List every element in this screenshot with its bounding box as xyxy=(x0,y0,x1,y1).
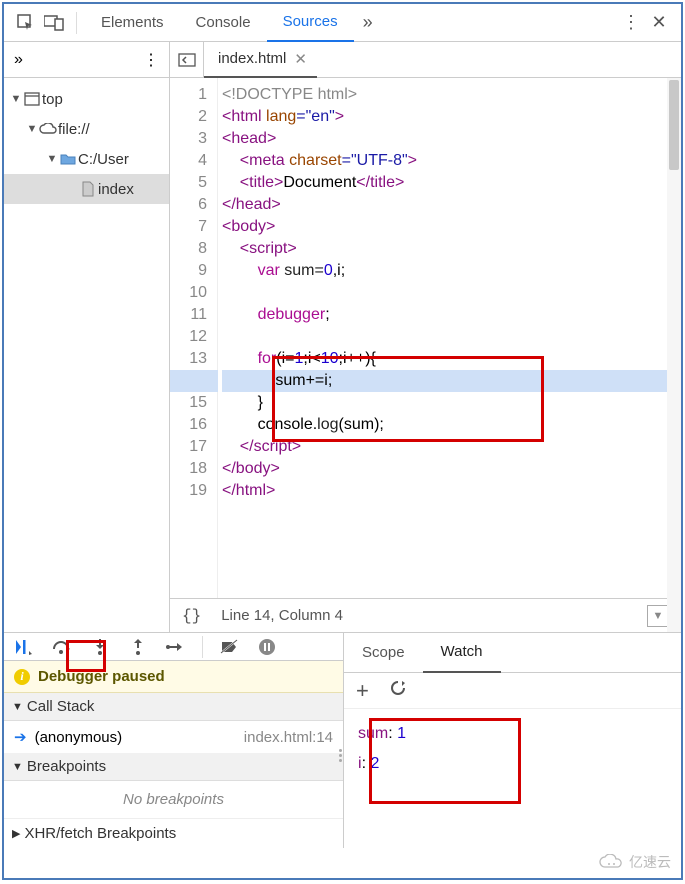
divider xyxy=(76,12,77,34)
step-into-button[interactable] xyxy=(88,635,112,659)
navigator-toggle-icon[interactable] xyxy=(170,42,204,78)
more-tabs-icon[interactable]: » xyxy=(354,9,382,37)
frame-location: index.html:14 xyxy=(244,729,333,746)
stack-frame[interactable]: ➔ (anonymous) index.html:14 xyxy=(4,721,343,753)
frame-name: (anonymous) xyxy=(35,729,123,746)
pretty-print-icon[interactable]: {} xyxy=(182,607,201,625)
pause-exceptions-button[interactable] xyxy=(255,635,279,659)
cursor-position: Line 14, Column 4 xyxy=(221,607,343,624)
tab-sources[interactable]: Sources xyxy=(267,4,354,42)
xhr-breakpoints-header[interactable]: ▶ XHR/fetch Breakpoints xyxy=(4,818,343,848)
tree-node-file-index[interactable]: index xyxy=(4,174,169,204)
resize-handle[interactable] xyxy=(336,741,344,771)
code-content[interactable]: <!DOCTYPE html> <html lang="en"> <head> … xyxy=(218,78,681,598)
info-icon: i xyxy=(14,669,30,685)
line-gutter: 123 456 789 101112 131415 161718 19 xyxy=(170,78,218,598)
tree-label: C:/User xyxy=(78,151,129,168)
code-editor[interactable]: 123 456 789 101112 131415 161718 19 <!DO… xyxy=(170,78,681,598)
resume-button[interactable] xyxy=(12,635,36,659)
breakpoints-header[interactable]: ▼ Breakpoints xyxy=(4,753,343,781)
call-stack-header[interactable]: ▼ Call Stack xyxy=(4,693,343,721)
chevron-down-icon: ▼ xyxy=(12,761,23,773)
more-panels-icon[interactable]: » xyxy=(14,51,23,69)
source-editor: index.html ✕ 123 456 789 101112 131415 1… xyxy=(170,42,681,632)
tab-elements[interactable]: Elements xyxy=(85,4,180,42)
watch-item[interactable]: i: 2 xyxy=(358,749,667,779)
chevron-down-icon: ▼ xyxy=(26,123,38,135)
tree-label: top xyxy=(42,91,63,108)
file-icon xyxy=(78,181,98,197)
kebab-menu-icon[interactable]: ⋮ xyxy=(617,9,645,37)
debugger-panel: i Debugger paused ▼ Call Stack ➔ (anonym… xyxy=(4,633,344,848)
close-icon[interactable]: ✕ xyxy=(645,9,673,37)
watch-expressions: sum: 1 i: 2 xyxy=(344,709,681,789)
tab-scope[interactable]: Scope xyxy=(344,633,423,673)
step-button[interactable] xyxy=(164,635,188,659)
current-frame-icon: ➔ xyxy=(14,728,27,746)
refresh-icon[interactable] xyxy=(389,679,407,702)
tab-watch[interactable]: Watch xyxy=(423,633,501,673)
debugger-toolbar xyxy=(4,633,343,661)
step-over-button[interactable] xyxy=(50,635,74,659)
device-toggle-icon[interactable] xyxy=(40,9,68,37)
file-tab-label: index.html xyxy=(218,50,286,67)
chevron-down-icon: ▼ xyxy=(10,93,22,105)
chevron-right-icon: ▶ xyxy=(12,827,20,840)
no-breakpoints-label: No breakpoints xyxy=(4,781,343,818)
add-watch-icon[interactable]: + xyxy=(356,678,369,704)
inspect-element-icon[interactable] xyxy=(12,9,40,37)
tree-node-file-origin[interactable]: ▼ file:// xyxy=(4,114,169,144)
deactivate-breakpoints-button[interactable] xyxy=(217,635,241,659)
tab-console[interactable]: Console xyxy=(180,4,267,42)
tree-label: file:// xyxy=(58,121,90,138)
watch-panel: Scope Watch + sum: 1 i: 2 xyxy=(344,633,681,848)
step-out-button[interactable] xyxy=(126,635,150,659)
debugger-paused-banner: i Debugger paused xyxy=(4,661,343,693)
cloud-icon xyxy=(38,123,58,135)
scrollbar-vertical[interactable] xyxy=(667,78,681,632)
execution-line: sum+=i; xyxy=(222,370,681,392)
chevron-down-icon: ▼ xyxy=(12,701,23,713)
file-navigator: » ⋮ ▼ top ▼ file:// xyxy=(4,42,170,632)
panel-menu-icon[interactable]: ⋮ xyxy=(143,50,159,70)
close-tab-icon[interactable]: ✕ xyxy=(294,50,307,68)
tree-label: index xyxy=(98,181,134,198)
chevron-down-icon: ▼ xyxy=(46,153,58,165)
editor-status-bar: {} Line 14, Column 4 ▼ xyxy=(170,598,681,632)
tree-node-top[interactable]: ▼ top xyxy=(4,84,169,114)
window-icon xyxy=(22,92,42,106)
watch-item[interactable]: sum: 1 xyxy=(358,719,667,749)
file-tab-index[interactable]: index.html ✕ xyxy=(204,42,317,78)
paused-label: Debugger paused xyxy=(38,668,165,685)
watermark: 亿速云 xyxy=(599,852,671,872)
folder-icon xyxy=(58,153,78,165)
tree-node-folder[interactable]: ▼ C:/User xyxy=(4,144,169,174)
devtools-top-bar: Elements Console Sources » ⋮ ✕ xyxy=(4,4,681,42)
sidebar-toggle-icon[interactable]: ▼ xyxy=(647,605,669,627)
